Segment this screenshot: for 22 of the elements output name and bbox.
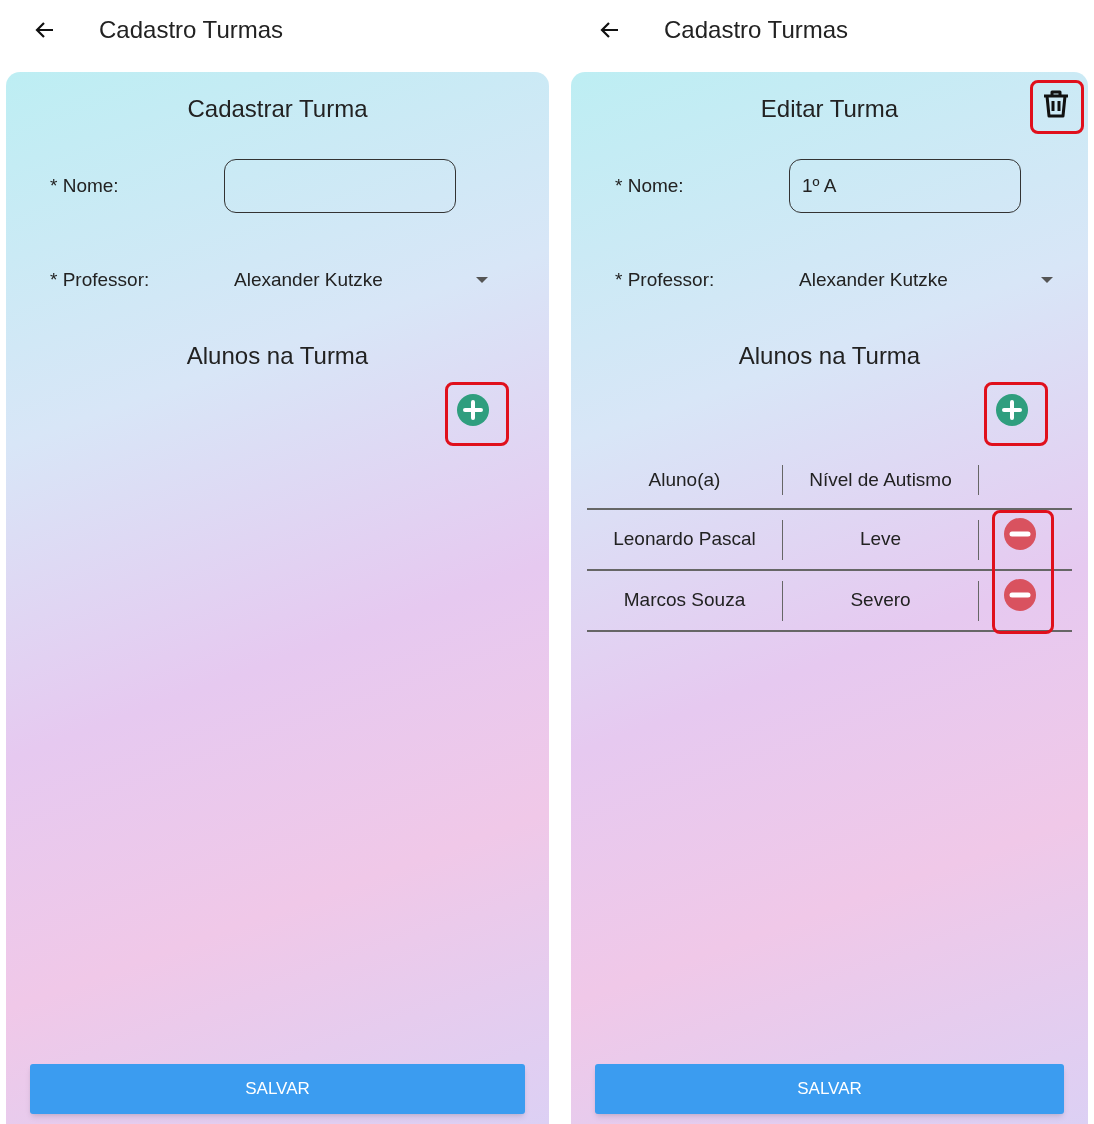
form-title: Editar Turma [760,94,899,124]
name-field[interactable]: 1º A [789,159,1021,213]
name-field[interactable] [224,159,456,213]
section-title: Alunos na Turma [737,341,922,371]
table-cell: Leonardo Pascal [587,519,783,560]
form-title: Cadastrar Turma [187,94,368,124]
table-cell: Leve [783,519,979,560]
section-title: Alunos na Turma [185,341,370,371]
column-header: Nível de Autismo [783,465,979,495]
screen-title: Cadastro Turmas [99,15,284,45]
table-cell: Marcos Souza [587,580,783,621]
table-cell: Severo [783,580,979,621]
professor-label: * Professor: [49,267,151,292]
screen-title: Cadastro Turmas [664,15,849,45]
professor-dropdown[interactable]: Alexander Kutzke [799,265,1053,295]
professor-label: * Professor: [614,267,716,292]
professor-dropdown[interactable]: Alexander Kutzke [234,265,488,295]
dropdown-caret-icon [1041,277,1053,283]
name-label: * Nome: [614,173,685,198]
dropdown-caret-icon [476,277,488,283]
name-label: * Nome: [49,173,120,198]
column-header: Aluno(a) [587,465,783,495]
